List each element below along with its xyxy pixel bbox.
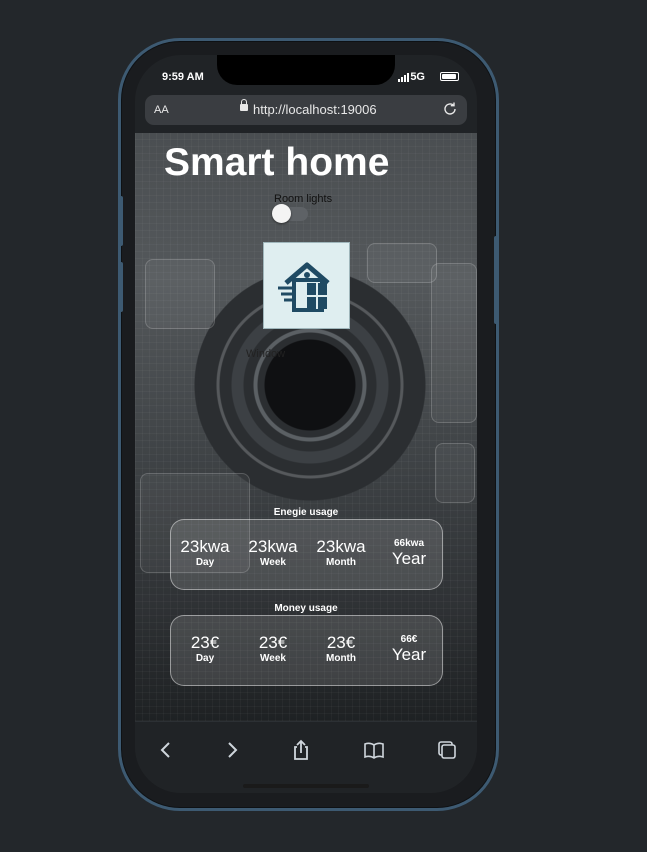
page-title: Smart home	[164, 141, 390, 184]
reload-icon[interactable]	[442, 101, 458, 117]
money-usage-panel: 23€ Day 23€ Week 23€ Month 66€ Year	[170, 615, 443, 686]
toggle-knob[interactable]	[272, 204, 291, 223]
status-time: 9:59 AM	[162, 71, 204, 83]
side-button	[494, 236, 498, 324]
text-size-button[interactable]: AA	[154, 104, 169, 116]
lock-icon	[240, 99, 248, 111]
signal-icon	[398, 73, 409, 82]
energy-usage-panel: 23kwa Day 23kwa Week 23kwa Month 66kwa Y…	[170, 519, 443, 590]
money-month-stat: 23€ Month	[307, 616, 375, 665]
money-week-stat: 23€ Week	[239, 616, 307, 665]
money-year-stat: 66€ Year	[375, 616, 443, 665]
network-label: 5G	[410, 71, 425, 83]
energy-week-stat: 23kwa Week	[239, 520, 307, 569]
home-indicator	[243, 784, 369, 788]
energy-day-label: Day	[195, 557, 215, 568]
phone-screen: 9:59 AM 5G AA http://localhost:19006 Sma…	[135, 55, 477, 793]
web-content: Smart home Room lights Window Enegie usa…	[135, 133, 477, 721]
money-week-label: Week	[260, 653, 286, 664]
money-usage-heading: Money usage	[274, 603, 338, 614]
bookmarks-icon[interactable]	[362, 738, 386, 762]
money-day-value: 23€	[190, 633, 220, 652]
energy-month-label: Month	[326, 557, 356, 568]
back-icon[interactable]	[154, 738, 178, 762]
address-bar[interactable]: AA http://localhost:19006	[145, 95, 467, 125]
energy-month-stat: 23kwa Month	[307, 520, 375, 569]
energy-day-value: 23kwa	[180, 537, 230, 556]
money-day-label: Day	[195, 653, 215, 664]
smart-home-logo-icon	[278, 262, 330, 312]
url-text[interactable]: http://localhost:19006	[253, 102, 377, 117]
money-week-value: 23€	[258, 633, 288, 652]
background-panel	[435, 443, 475, 503]
background-panel	[145, 259, 215, 329]
notch	[217, 55, 395, 85]
background-panel	[431, 263, 477, 423]
energy-year-stat: 66kwa Year	[375, 520, 443, 569]
smart-home-logo	[263, 242, 350, 329]
energy-month-value: 23kwa	[316, 537, 366, 556]
forward-icon[interactable]	[220, 738, 244, 762]
room-lights-toggle[interactable]	[272, 204, 308, 223]
window-label: Window	[246, 348, 286, 360]
energy-week-label: Week	[260, 557, 286, 568]
share-icon[interactable]	[289, 738, 313, 762]
background-panel	[367, 243, 437, 283]
tabs-icon[interactable]	[435, 738, 459, 762]
energy-day-stat: 23kwa Day	[171, 520, 239, 569]
volume-up-button	[119, 196, 123, 246]
browser-toolbar	[135, 721, 477, 793]
volume-down-button	[119, 262, 123, 312]
energy-year-label: Year	[391, 549, 427, 568]
money-day-stat: 23€ Day	[171, 616, 239, 665]
money-month-value: 23€	[326, 633, 356, 652]
energy-usage-heading: Enegie usage	[273, 507, 339, 518]
battery-icon	[440, 72, 459, 81]
money-month-label: Month	[326, 653, 356, 664]
money-year-label: Year	[391, 645, 427, 664]
energy-week-value: 23kwa	[248, 537, 298, 556]
